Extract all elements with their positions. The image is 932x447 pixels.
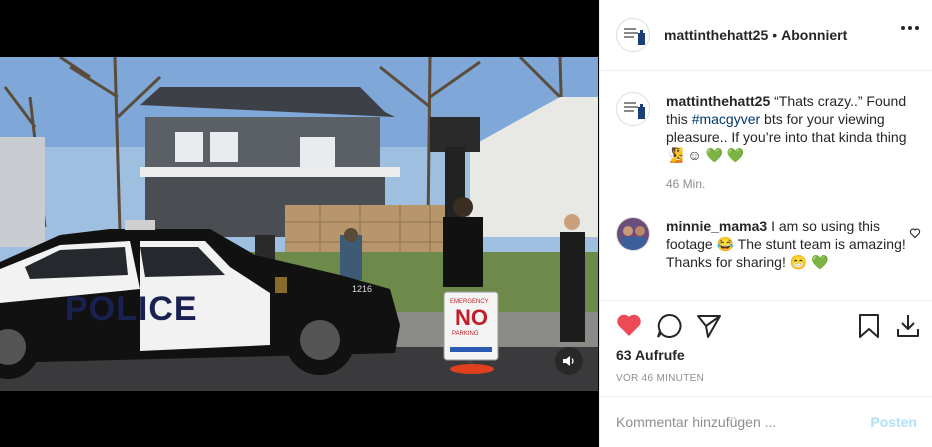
car-number: 1216 [352,284,372,294]
volume-icon [563,356,574,366]
profile-logo-icon [617,93,649,125]
avatar[interactable] [616,217,650,251]
sign-bottom: PARKING [452,331,479,337]
more-icon[interactable] [901,26,919,30]
avatar[interactable] [616,92,650,126]
caption: mattinthehatt25 “Thats crazy..” Found th… [616,92,921,191]
comment-input[interactable] [616,414,871,430]
sign-main: NO [455,305,488,330]
post-date[interactable]: VOR 46 MINUTEN [616,373,704,384]
comment-author[interactable]: minnie_mama3 [666,218,767,234]
post-author-name[interactable]: mattinthehatt25 [664,27,768,43]
view-count[interactable]: 63 Aufrufe [616,347,685,363]
hashtag-link[interactable]: #macgyver [692,111,760,127]
comment-like-icon[interactable] [909,227,921,239]
profile-photo-icon [617,218,649,250]
share-icon[interactable] [696,313,722,339]
media-panel: POLICE 1216 EMERGENCY NO PARKING [0,0,598,447]
post-header: mattinthehatt25 • Abonniert [600,0,932,71]
post-sidebar: mattinthehatt25 • Abonniert mattinthehat… [599,0,932,447]
separator-dot: • [772,27,778,43]
post-video[interactable]: POLICE 1216 EMERGENCY NO PARKING [0,57,598,391]
download-icon[interactable] [895,313,921,339]
heart-icon[interactable] [616,313,642,337]
mute-toggle-button[interactable] [555,347,583,375]
avatar[interactable] [616,18,650,52]
comments-list: mattinthehatt25 “Thats crazy..” Found th… [600,72,932,300]
caption-timestamp[interactable]: 46 Min. [666,177,921,191]
caption-text: mattinthehatt25 “Thats crazy..” Found th… [666,92,921,164]
video-frame: POLICE 1216 EMERGENCY NO PARKING [0,57,598,391]
comment-item: minnie_mama3 I am so using this footage … [616,217,921,271]
police-car-label: POLICE [65,290,198,328]
bookmark-icon[interactable] [857,313,881,339]
post-comment-button[interactable]: Posten [870,414,917,430]
caption-author[interactable]: mattinthehatt25 [666,93,770,109]
post-actions: 63 Aufrufe VOR 46 MINUTEN [600,300,932,396]
comment-composer: Posten [600,396,932,447]
follow-status-button[interactable]: Abonniert [781,27,847,43]
comment-text: minnie_mama3 I am so using this footage … [666,217,921,271]
comment-icon[interactable] [656,313,682,339]
profile-logo-icon [617,19,649,51]
